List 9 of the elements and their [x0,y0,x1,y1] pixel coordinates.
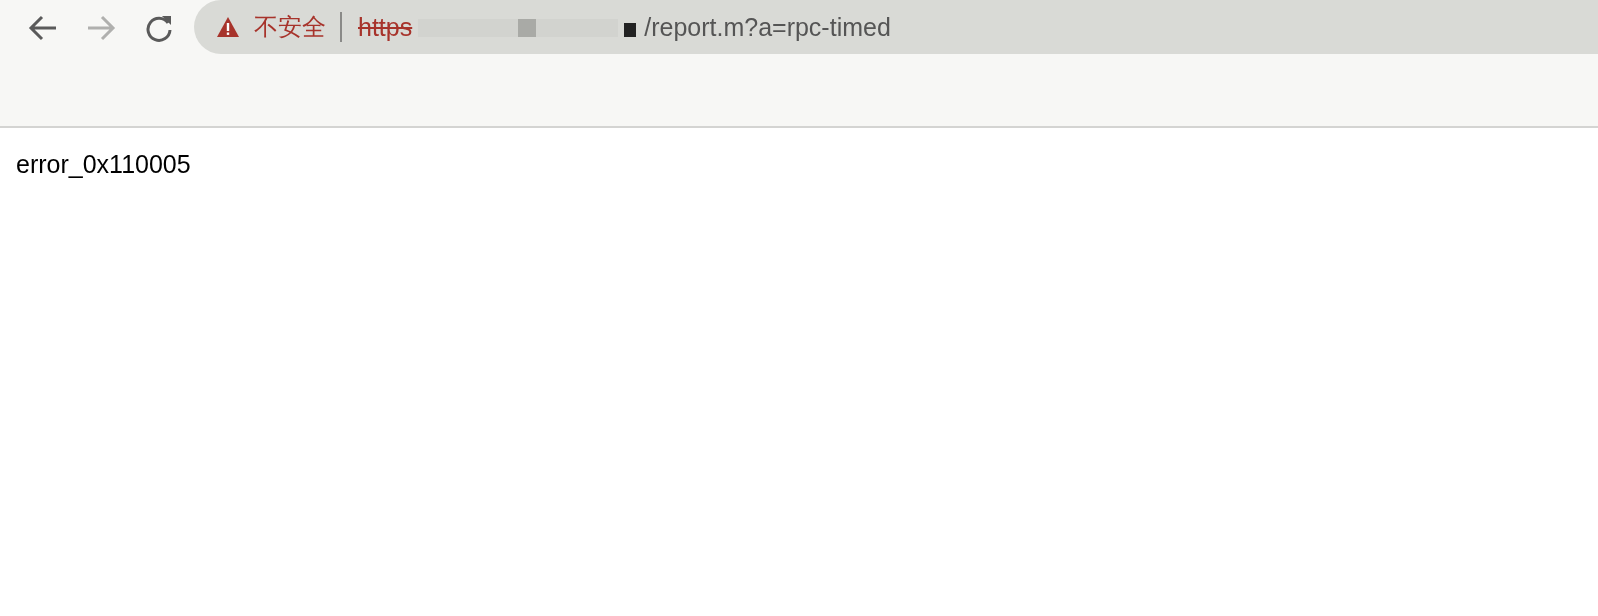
back-arrow-icon [28,15,58,41]
url-scheme: https [358,12,413,42]
security-label: 不安全 [254,12,326,42]
error-message: error_0x110005 [16,150,191,178]
url-path: /report.m?a=rpc-timed [644,12,891,42]
forward-arrow-icon [86,15,116,41]
address-bar[interactable]: 不安全 https /report.m?a=rpc-timed [194,0,1598,54]
warning-icon [216,16,240,38]
reload-icon [145,14,173,42]
